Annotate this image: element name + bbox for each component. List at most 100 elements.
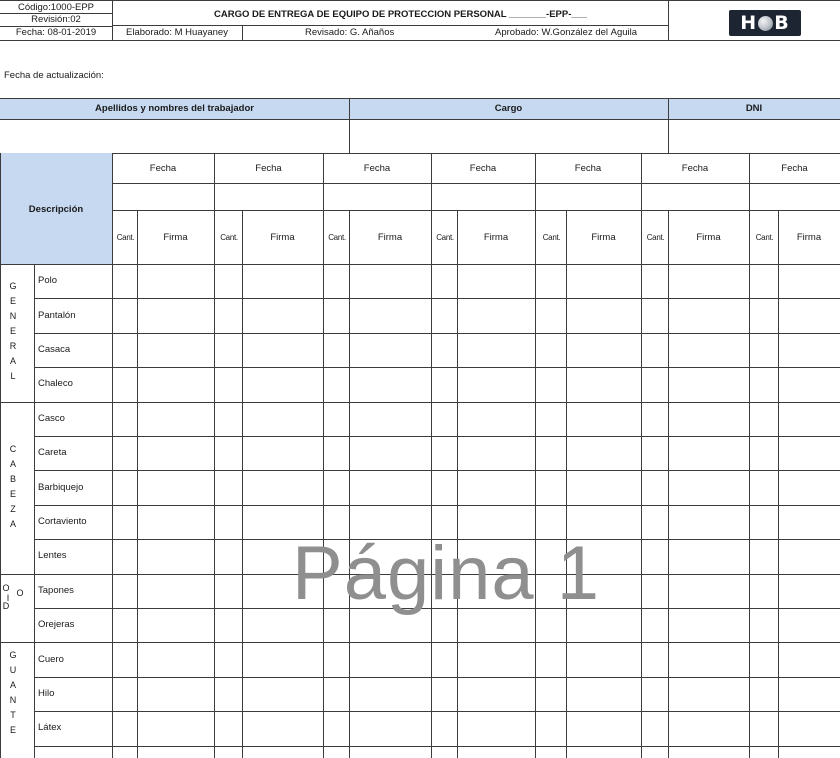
- grid-line: [0, 642, 840, 644]
- grid-line: [34, 711, 840, 713]
- grid-line: [778, 210, 779, 758]
- group-letter: G: [9, 650, 17, 660]
- quantity-column-header: Cant.: [116, 233, 135, 242]
- grid-line: [641, 153, 642, 758]
- date-column-header: Fecha: [469, 163, 497, 174]
- grid-line: [535, 153, 536, 758]
- quantity-column-header: Cant.: [436, 233, 454, 242]
- grid-line: [34, 264, 35, 758]
- signature-column-header: Firma: [483, 232, 509, 243]
- quantity-column-header: Cant.: [220, 233, 238, 242]
- grid-line: [34, 367, 840, 369]
- date-column-header: Fecha: [149, 163, 177, 174]
- form-title: CARGO DE ENTREGA DE EQUIPO DE PROTECCIÓN…: [214, 10, 588, 20]
- grid-line: [0, 573, 840, 575]
- grid-line: [112, 153, 113, 758]
- grid-line: [323, 153, 324, 758]
- grid-line: [0, 264, 840, 265]
- grid-line: [34, 676, 840, 678]
- item-label: Cuero: [38, 653, 64, 665]
- date-column-header: Fecha: [681, 163, 709, 174]
- item-label: Pantalón: [38, 309, 76, 321]
- grid-line: [34, 332, 840, 334]
- group-letter: E: [9, 488, 16, 499]
- item-label: Careta: [38, 447, 67, 459]
- worker-position-header: Cargo: [494, 103, 523, 114]
- grid-line: [34, 745, 840, 747]
- worker-name-header: Apellidos y nombres del trabajador: [95, 103, 254, 114]
- item-label: Tapones: [38, 584, 74, 596]
- item-label: Cortaviento: [38, 516, 87, 527]
- quantity-column-header: Cant.: [755, 233, 774, 242]
- item-label: Orejeras: [38, 619, 75, 631]
- group-letter: A: [9, 518, 16, 529]
- group-letter: N: [9, 695, 17, 705]
- item-label: Barbiquejo: [38, 481, 84, 493]
- grid-line: [137, 210, 138, 758]
- description-header: Descripción: [28, 204, 84, 215]
- update-date-label: Fecha de actualización:: [4, 70, 104, 81]
- item-label: Hilo: [38, 688, 55, 699]
- epp-delivery-form: Código:1000-EPP Revisión:02 Fecha: 08-01…: [0, 0, 840, 758]
- item-label: Lentes: [38, 550, 67, 562]
- group-letter: O: [16, 587, 24, 598]
- grid-line: [0, 153, 1, 758]
- approved-by: Aprobado: W.González del Águila: [495, 28, 638, 38]
- signature-column-header: Firma: [377, 232, 403, 243]
- group-letter: A: [9, 680, 16, 690]
- group-letter: B: [9, 473, 16, 484]
- worker-dni-header: DNI: [745, 103, 763, 114]
- grid-line: [34, 539, 840, 541]
- group-letter: T: [10, 710, 16, 720]
- group-letter: E: [9, 296, 16, 307]
- grid-line: [566, 210, 567, 758]
- item-label: Látex: [38, 722, 62, 734]
- signature-column-header: Firma: [163, 232, 188, 243]
- date-column-header: Fecha: [574, 163, 602, 174]
- form-revision: Revisión:02: [31, 15, 81, 25]
- group-letter: U: [9, 665, 17, 675]
- reviewed-by: Revisado: G. Añaños: [305, 28, 395, 38]
- group-letter: G: [9, 281, 17, 292]
- form-date: Fecha: 08-01-2019: [15, 28, 97, 38]
- group-letter: C: [9, 443, 17, 454]
- prepared-by: Elaborado: M Huayaney: [126, 28, 228, 38]
- grid-line: [0, 401, 840, 403]
- item-label: Polo: [38, 275, 58, 287]
- company-logo: HB: [728, 9, 802, 37]
- grid-line: [242, 210, 243, 758]
- quantity-column-header: Cant.: [646, 233, 665, 242]
- group-letter: L: [10, 371, 16, 382]
- group-letter: E: [9, 326, 16, 337]
- group-letter: E: [9, 725, 16, 735]
- grid-line: [668, 210, 669, 758]
- grid-line: [112, 210, 840, 211]
- signature-column-header: Firma: [796, 232, 822, 243]
- grid-line: [457, 210, 458, 758]
- grid-line: [214, 153, 215, 758]
- grid-line: [112, 183, 840, 184]
- grid-line: [34, 470, 840, 472]
- group-letter: N: [9, 311, 17, 322]
- grid-line: [34, 504, 840, 506]
- signature-column-header: Firma: [270, 232, 295, 243]
- form-code: Código:1000-EPP: [17, 3, 95, 13]
- form-header: Código:1000-EPP Revisión:02 Fecha: 08-01…: [0, 0, 840, 58]
- signature-column-header: Firma: [591, 232, 616, 243]
- group-letter: A: [9, 458, 16, 469]
- grid-line: [349, 210, 350, 758]
- grid-line: [749, 153, 750, 758]
- group-letter: Z: [10, 503, 16, 514]
- item-label: Chaleco: [38, 378, 73, 390]
- grid-line: [431, 153, 432, 758]
- quantity-column-header: Cant.: [328, 233, 346, 242]
- group-letter: A: [9, 356, 16, 367]
- grid-line: [34, 436, 840, 437]
- signature-column-header: Firma: [696, 232, 721, 243]
- date-column-header: Fecha: [781, 163, 808, 174]
- grid-line: [34, 298, 840, 300]
- quantity-column-header: Cant.: [542, 233, 561, 242]
- group-letter: D: [2, 600, 10, 611]
- group-letter: R: [9, 341, 17, 352]
- logo-globe-icon: [758, 15, 774, 31]
